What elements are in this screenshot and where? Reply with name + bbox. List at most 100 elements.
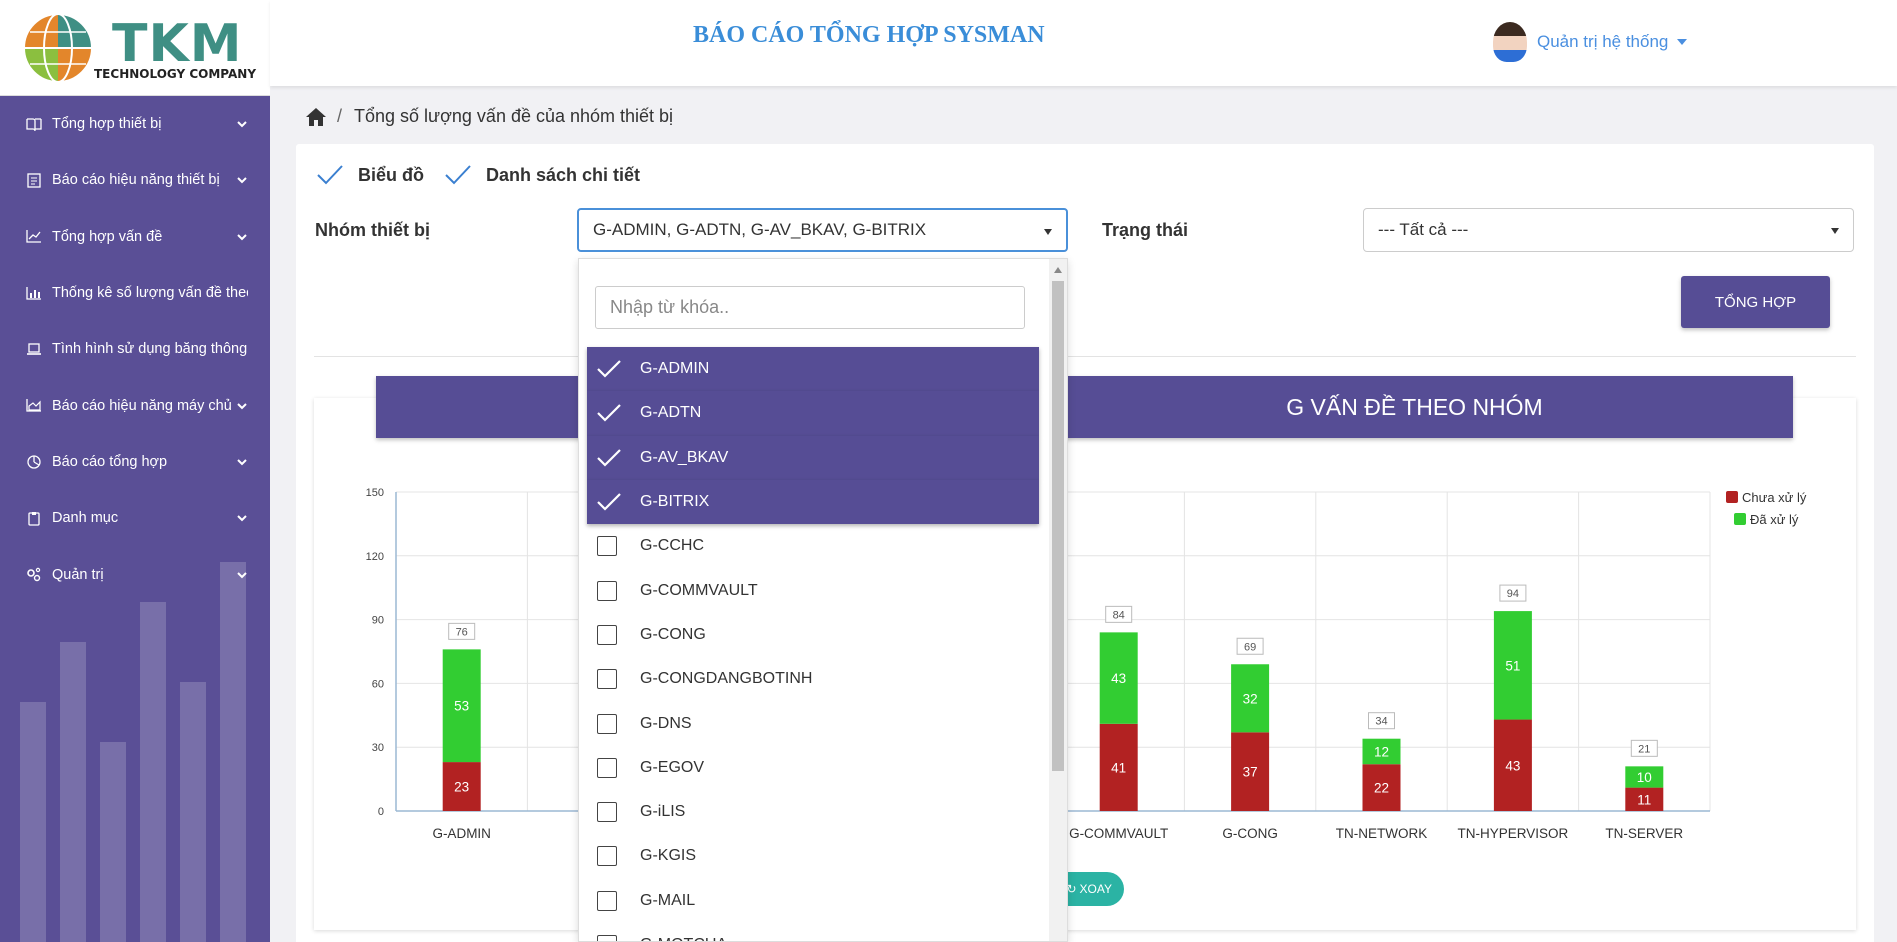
dropdown-option[interactable]: G-BITRIX bbox=[587, 479, 1039, 525]
device-group-options: G-ADMIN G-ADTN G-AV_BKAV G-BITRIX G-CCHC G-CO… bbox=[587, 347, 1039, 941]
bar-value-label: 51 bbox=[1505, 658, 1520, 673]
breadcrumb-current: Tổng số lượng vấn đề của nhóm thiết bị bbox=[354, 106, 674, 126]
checkbox-icon bbox=[597, 935, 617, 941]
chevron-down-icon bbox=[237, 515, 247, 522]
checkbox-icon bbox=[597, 580, 617, 601]
device-group-dropdown: G-ADMIN G-ADTN G-AV_BKAV G-BITRIX G-CCHC G-CO… bbox=[578, 258, 1068, 942]
chevron-down-icon bbox=[237, 402, 247, 410]
sidebar-item-server-performance[interactable]: Báo cáo hiệu năng máy chủ bbox=[0, 377, 270, 433]
sidebar-item-catalog[interactable]: Danh mục bbox=[0, 490, 270, 546]
report-icon bbox=[26, 173, 42, 188]
dropdown-option[interactable]: G-EGOV bbox=[587, 746, 1039, 790]
dropdown-option-label: G-AV_BKAV bbox=[640, 448, 729, 466]
legend-label: Đã xử lý bbox=[1750, 511, 1799, 527]
dropdown-option[interactable]: G-ADTN bbox=[587, 391, 1039, 436]
chevron-down-icon bbox=[237, 234, 247, 241]
check-icon bbox=[597, 493, 621, 511]
pie-chart-icon bbox=[26, 455, 42, 470]
dropdown-option-label: G-EGOV bbox=[640, 758, 705, 776]
user-menu[interactable]: Quản trị hệ thống bbox=[1493, 22, 1688, 62]
book-icon bbox=[26, 117, 42, 131]
chevron-down-icon bbox=[237, 121, 247, 128]
sidebar-item-issues[interactable]: Tổng hợp vấn đề bbox=[0, 209, 270, 265]
dropdown-option[interactable]: G-AV_BKAV bbox=[587, 435, 1039, 480]
dropdown-arrow-icon bbox=[1831, 228, 1839, 234]
chart-checkbox[interactable]: Biểu đồ bbox=[316, 164, 424, 186]
checkbox-icon bbox=[597, 802, 617, 823]
dropdown-option[interactable]: G-COMMVAULT bbox=[587, 568, 1039, 612]
sidebar-item-label: Báo cáo hiệu năng thiết bị bbox=[52, 172, 220, 189]
dropdown-option[interactable]: G-ADMIN bbox=[587, 347, 1039, 392]
dropdown-option-label: G-MOTCUA bbox=[640, 936, 727, 941]
dropdown-option[interactable]: G-iLIS bbox=[587, 790, 1039, 834]
check-icon bbox=[597, 404, 621, 422]
scrollbar-thumb[interactable] bbox=[1052, 281, 1064, 771]
dropdown-arrow-icon bbox=[1044, 229, 1052, 235]
dropdown-option-label: G-COMMVAULT bbox=[640, 581, 758, 599]
sidebar: TKM TECHNOLOGY COMPANY Tổng hợp thiết bị… bbox=[0, 0, 270, 942]
sidebar-item-issue-stats[interactable]: Thống kê số lượng vấn đề theo bbox=[0, 265, 270, 321]
sidebar-item-summary-report[interactable]: Báo cáo tổng hợp bbox=[0, 434, 270, 490]
dropdown-option[interactable]: G-CONGDANGBOTINH bbox=[587, 657, 1039, 701]
device-group-select[interactable]: G-ADMIN, G-ADTN, G-AV_BKAV, G-BITRIX bbox=[577, 208, 1068, 252]
sidebar-item-bandwidth[interactable]: Tình hình sử dụng băng thông bbox=[0, 321, 270, 377]
logo[interactable]: TKM TECHNOLOGY COMPANY bbox=[0, 0, 270, 96]
dropdown-option-label: G-iLIS bbox=[640, 803, 686, 821]
y-tick-label: 150 bbox=[366, 487, 384, 499]
sidebar-item-label: Quản trị bbox=[52, 566, 104, 583]
scroll-up-icon[interactable] bbox=[1054, 267, 1062, 273]
dropdown-option[interactable]: G-CCHC bbox=[587, 524, 1039, 568]
status-select[interactable]: --- Tất cả --- bbox=[1363, 208, 1854, 252]
sidebar-item-label: Tình hình sử dụng băng thông bbox=[52, 341, 248, 358]
view-options: Biểu đồ Danh sách chi tiết bbox=[316, 164, 660, 186]
x-tick-label: G-COMMVAULT bbox=[1069, 826, 1168, 841]
legend-swatch bbox=[1726, 491, 1738, 503]
rotate-button-label: XOAY bbox=[1079, 882, 1112, 896]
bar-value-label: 43 bbox=[1111, 671, 1126, 686]
checkbox-icon bbox=[597, 624, 617, 645]
check-icon bbox=[597, 360, 621, 378]
legend-label: Chưa xử lý bbox=[1742, 489, 1807, 505]
cogs-icon bbox=[26, 567, 42, 582]
bar-value-label: 22 bbox=[1374, 781, 1389, 796]
x-tick-label: TN-HYPERVISOR bbox=[1458, 826, 1569, 841]
checkbox-icon bbox=[597, 713, 617, 734]
x-tick-label: G-CONG bbox=[1222, 826, 1278, 841]
sidebar-item-devices[interactable]: Tổng hợp thiết bị bbox=[0, 96, 270, 152]
brand-name: TKM bbox=[112, 14, 243, 74]
status-label: Trạng thái bbox=[1102, 220, 1189, 240]
keyword-search-input[interactable] bbox=[595, 286, 1025, 329]
total-label: 21 bbox=[1638, 743, 1650, 755]
brand-tagline: TECHNOLOGY COMPANY bbox=[94, 67, 257, 81]
dropdown-option[interactable]: G-KGIS bbox=[587, 834, 1039, 878]
sidebar-item-label: Tổng hợp vấn đề bbox=[52, 228, 163, 245]
user-name: Quản trị hệ thống bbox=[1537, 32, 1669, 51]
chevron-down-icon bbox=[237, 459, 247, 466]
checkbox-icon bbox=[597, 890, 617, 911]
avatar bbox=[1493, 22, 1527, 62]
total-label: 76 bbox=[456, 626, 468, 638]
dropdown-option[interactable]: G-CONG bbox=[587, 613, 1039, 657]
detail-list-checkbox[interactable]: Danh sách chi tiết bbox=[444, 164, 640, 186]
y-tick-label: 30 bbox=[372, 742, 384, 754]
dropdown-option[interactable]: G-DNS bbox=[587, 701, 1039, 745]
sidebar-item-admin[interactable]: Quản trị bbox=[0, 546, 270, 602]
dropdown-option[interactable]: G-MOTCUA bbox=[587, 923, 1039, 941]
dropdown-option-label: G-CONG bbox=[640, 625, 706, 643]
divider bbox=[314, 356, 1856, 357]
device-group-value: G-ADMIN, G-ADTN, G-AV_BKAV, G-BITRIX bbox=[593, 220, 927, 239]
legend-item[interactable]: Chưa xử lý bbox=[1726, 486, 1806, 508]
summarize-button[interactable]: TỔNG HỢP bbox=[1681, 276, 1830, 328]
sidebar-nav: Tổng hợp thiết bị Báo cáo hiệu năng thiết… bbox=[0, 96, 270, 603]
dropdown-scrollbar[interactable] bbox=[1049, 259, 1067, 941]
chart-checkbox-label: Biểu đồ bbox=[358, 164, 424, 185]
home-icon[interactable] bbox=[305, 107, 327, 127]
status-value: --- Tất cả --- bbox=[1378, 220, 1469, 239]
sidebar-item-device-performance[interactable]: Báo cáo hiệu năng thiết bị bbox=[0, 152, 270, 208]
dropdown-option[interactable]: G-MAIL bbox=[587, 879, 1039, 923]
total-label: 69 bbox=[1244, 641, 1256, 653]
globe-logo-icon bbox=[23, 13, 93, 83]
sidebar-item-label: Danh mục bbox=[52, 510, 119, 527]
legend-item[interactable]: Đã xử lý bbox=[1734, 508, 1806, 530]
check-icon bbox=[445, 165, 471, 185]
